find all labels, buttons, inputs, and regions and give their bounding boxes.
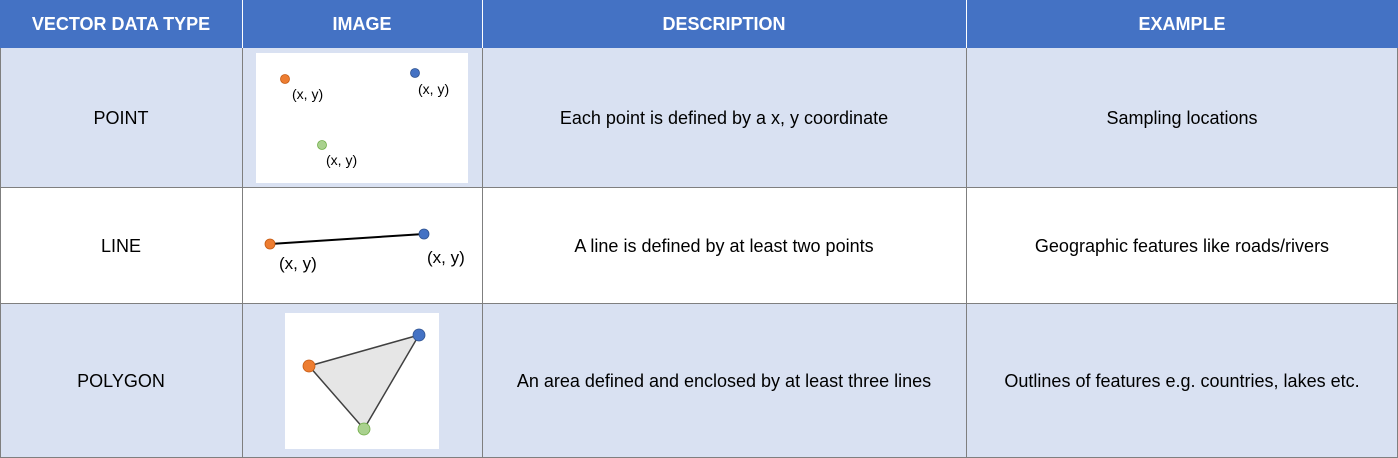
row-line-example: Geographic features like roads/rivers xyxy=(966,188,1398,304)
point-label-orange: (x, y) xyxy=(292,86,323,102)
header-example: EXAMPLE xyxy=(966,0,1398,48)
header-image: IMAGE xyxy=(242,0,482,48)
blue-point-icon xyxy=(410,68,420,78)
row-polygon-image-cell xyxy=(242,304,482,458)
line-label-start: (x, y) xyxy=(279,254,317,273)
row-divider xyxy=(0,187,1398,188)
row-polygon-type: POLYGON xyxy=(0,304,242,458)
column-divider xyxy=(482,48,483,458)
row-polygon-example: Outlines of features e.g. countries, lak… xyxy=(966,304,1398,458)
column-divider xyxy=(242,48,243,458)
row-point-example: Sampling locations xyxy=(966,48,1398,188)
orange-point-icon xyxy=(264,238,276,250)
line-segment xyxy=(269,233,425,245)
row-polygon-description: An area defined and enclosed by at least… xyxy=(482,304,966,458)
header-divider xyxy=(242,0,243,48)
row-line-description: A line is defined by at least two points xyxy=(482,188,966,304)
row-point-description: Each point is defined by a x, y coordina… xyxy=(482,48,966,188)
row-line-type: LINE xyxy=(0,188,242,304)
polygon-shape xyxy=(307,333,421,431)
blue-vertex-icon xyxy=(412,328,426,342)
vector-data-table: VECTOR DATA TYPE IMAGE DESCRIPTION EXAMP… xyxy=(0,0,1398,458)
point-diagram: (x, y) (x, y) (x, y) xyxy=(256,53,468,183)
point-label-blue: (x, y) xyxy=(418,81,449,97)
blue-point-icon xyxy=(418,228,430,240)
header-vector-data-type: VECTOR DATA TYPE xyxy=(0,0,242,48)
header-description: DESCRIPTION xyxy=(482,0,966,48)
green-point-icon xyxy=(317,140,327,150)
line-label-end: (x, y) xyxy=(427,248,465,267)
polygon-diagram xyxy=(285,313,439,449)
point-label-green: (x, y) xyxy=(326,152,357,168)
orange-point-icon xyxy=(280,74,290,84)
row-point-image-cell: (x, y) (x, y) (x, y) xyxy=(242,48,482,188)
header-divider xyxy=(482,0,483,48)
table-border-left xyxy=(0,48,1,458)
column-divider xyxy=(966,48,967,458)
orange-vertex-icon xyxy=(302,359,316,373)
row-line-image-cell: (x, y) (x, y) xyxy=(242,188,482,304)
line-diagram: (x, y) (x, y) xyxy=(264,228,465,273)
header-divider xyxy=(966,0,967,48)
row-divider xyxy=(0,303,1398,304)
green-vertex-icon xyxy=(357,422,371,436)
row-point-type: POINT xyxy=(0,48,242,188)
